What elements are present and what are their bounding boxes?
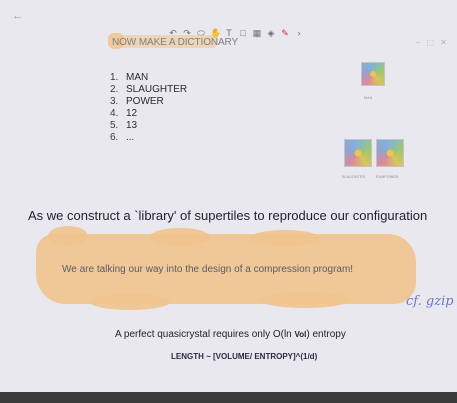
list-item: 4. 12 <box>110 108 187 120</box>
slide-screen: ← ↶ ↷ ⬭ ✋ T □ ▦ ◈ ✎ › – ⬚ ✕ NOW MAKE A D… <box>0 0 457 392</box>
pen-icon[interactable]: ✎ <box>280 28 290 39</box>
shape-icon[interactable]: □ <box>238 28 248 38</box>
entropy-text-vol: Vol <box>294 330 307 339</box>
list-item: 1. MAN <box>110 72 187 84</box>
handwritten-note: cf. gzip <box>406 294 454 309</box>
window-controls[interactable]: – ⬚ ✕ <box>416 38 449 47</box>
list-number: 1. <box>110 72 119 83</box>
list-text: 12 <box>126 108 138 119</box>
highlighter-scribble <box>250 230 320 246</box>
entropy-statement: A perfect quasicrystal requires only O(l… <box>115 329 346 340</box>
list-number: 5. <box>110 120 119 131</box>
list-text: POWER <box>126 96 164 107</box>
supertile-slaughter-image <box>344 139 372 167</box>
monitor-bezel <box>0 392 457 403</box>
highlighter-scribble <box>90 294 170 310</box>
list-text: ... <box>126 132 135 143</box>
highlighter-scribble <box>150 228 210 246</box>
supertile-man-image <box>361 62 385 86</box>
tile-caption: RAMPOWER <box>376 175 399 179</box>
list-item: 2. SLAUGHTER <box>110 84 187 96</box>
tile-caption: MAN <box>364 96 373 100</box>
entropy-text-post: ) entropy <box>306 329 346 340</box>
tile-caption: SLAUGHTER <box>342 175 366 179</box>
main-statement: As we construct a `library' of supertile… <box>28 208 428 223</box>
highlighted-statement: We are talking our way into the design o… <box>62 264 354 275</box>
list-number: 6. <box>110 132 119 143</box>
list-item: 3. POWER <box>110 96 187 108</box>
back-arrow-icon[interactable]: ← <box>12 10 23 22</box>
list-item: 5. 13 <box>110 120 187 132</box>
dictionary-list: 1. MAN 2. SLAUGHTER 3. POWER 4. 12 5. 13 6...… <box>110 72 187 144</box>
highlighter-scribble <box>48 226 88 246</box>
highlighter-scribble <box>260 292 350 308</box>
eraser-icon[interactable]: ◈ <box>266 28 276 39</box>
list-text: SLAUGHTER <box>126 84 188 95</box>
more-icon[interactable]: › <box>294 28 304 38</box>
slide-title: NOW MAKE A DICTIONARY <box>112 37 239 48</box>
list-text: MAN <box>126 72 149 83</box>
list-text: 13 <box>126 120 138 131</box>
list-number: 2. <box>110 84 119 95</box>
table-icon[interactable]: ▦ <box>252 28 262 39</box>
list-item: 6.... <box>110 132 187 144</box>
list-number: 4. <box>110 108 119 119</box>
entropy-text-pre: A perfect quasicrystal requires only O(l… <box>115 329 292 340</box>
list-number: 3. <box>110 96 119 107</box>
length-formula: LENGTH ~ [VOLUME/ ENTROPY]^(1/d) <box>171 352 318 361</box>
supertile-power-image <box>376 139 404 167</box>
